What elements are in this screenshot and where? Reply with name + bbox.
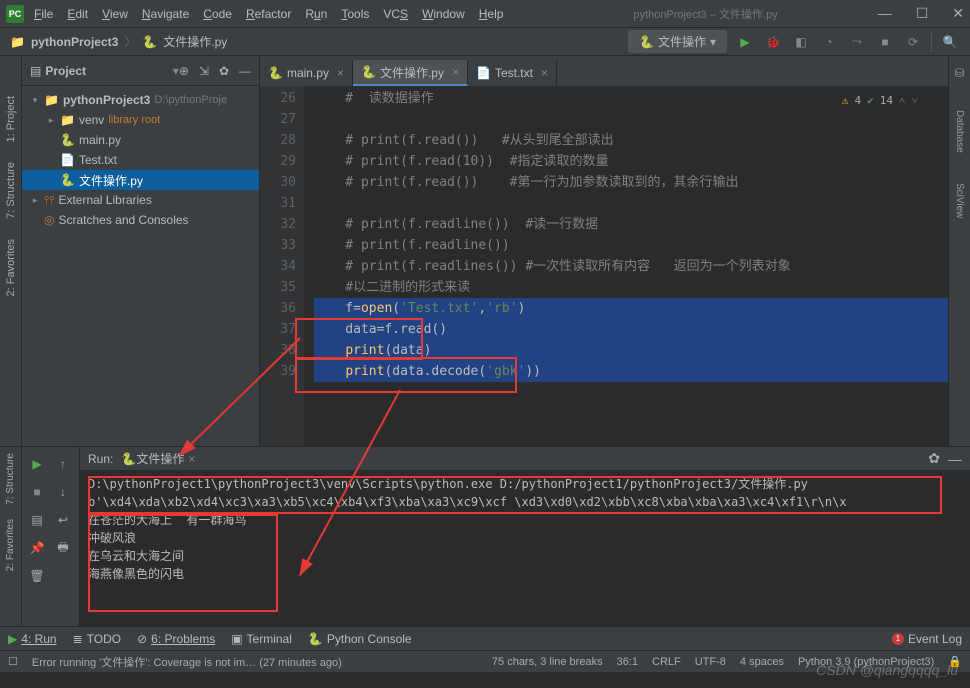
tree-testtxt[interactable]: 📄Test.txt: [22, 150, 259, 170]
status-message: Error running '文件操作': Coverage is not im…: [32, 654, 478, 670]
bottom-todo[interactable]: ≣TODO: [73, 632, 122, 646]
breadcrumb-project[interactable]: pythonProject3: [31, 35, 118, 49]
app-logo: PC: [6, 5, 24, 23]
sidebar-tab-sciview[interactable]: SciView: [954, 183, 965, 218]
tree-extlib[interactable]: ▸⫯⫯ External Libraries: [22, 190, 259, 210]
stop-button[interactable]: ■: [875, 32, 895, 52]
tree-scratches[interactable]: ◎ Scratches and Consoles: [22, 210, 259, 230]
database-strip-icon[interactable]: ⛁: [954, 66, 964, 80]
tab-mainpy[interactable]: 🐍main.py×: [260, 60, 353, 86]
status-eol[interactable]: CRLF: [652, 656, 681, 668]
menu-edit[interactable]: Edit: [67, 7, 88, 21]
layout-button[interactable]: ▤: [26, 509, 48, 531]
breadcrumb: 📁 pythonProject3 〉 🐍 文件操作.py: [10, 33, 628, 50]
update-button[interactable]: ⟳: [903, 32, 923, 52]
run-panel-title: Run:: [88, 452, 113, 466]
scroll-button[interactable]: ↑: [52, 453, 74, 475]
status-icon[interactable]: ☐: [8, 655, 18, 668]
menu-help[interactable]: Help: [479, 7, 504, 21]
bottom-run[interactable]: ▶4: Run: [8, 632, 57, 646]
coverage-button[interactable]: ◧: [791, 32, 811, 52]
status-caret: 36:1: [617, 656, 638, 668]
bottom-pyconsole[interactable]: 🐍Python Console: [308, 632, 412, 646]
status-python[interactable]: Python 3.9 (pythonProject3): [798, 656, 934, 668]
gear-icon[interactable]: ✿: [928, 450, 940, 467]
bottom-eventlog[interactable]: 1Event Log: [892, 632, 962, 646]
menu-navigate[interactable]: Navigate: [142, 7, 189, 21]
run-output[interactable]: D:\pythonProject1\pythonProject3\venv\Sc…: [80, 471, 970, 626]
rerun-button[interactable]: ▶: [26, 453, 48, 475]
profile-button[interactable]: ◔: [819, 32, 839, 52]
minimize-icon[interactable]: —: [878, 5, 892, 22]
print-button[interactable]: 🖶: [52, 537, 74, 559]
menu-code[interactable]: Code: [203, 7, 232, 21]
tree-venv[interactable]: ▸📁 venv library root: [22, 110, 259, 130]
project-panel-title: Project: [45, 64, 172, 78]
status-selection: 75 chars, 3 line breaks: [492, 656, 603, 668]
tree-mainpy[interactable]: 🐍main.py: [22, 130, 259, 150]
sidebar-tab-favorites[interactable]: 2: Favorites: [5, 239, 17, 296]
bottom-problems[interactable]: ⊘6: Problems: [137, 632, 215, 646]
hide-panel-icon[interactable]: —: [239, 64, 251, 78]
sidebar-tab-database[interactable]: Database: [954, 110, 965, 153]
tree-activefile[interactable]: 🐍文件操作.py: [22, 170, 259, 190]
sidebar-tab-structure[interactable]: 7: Structure: [5, 162, 17, 219]
menu-file[interactable]: File: [34, 7, 53, 21]
editor-gutter: 26 27 28 29 30 31 32 33 34 35 36 37 38 3…: [260, 86, 304, 446]
stop-run-button[interactable]: ■: [26, 481, 48, 503]
close-tab-icon[interactable]: ×: [452, 65, 459, 79]
menu-tools[interactable]: Tools: [341, 7, 369, 21]
expand-icon[interactable]: ⇲: [199, 64, 209, 78]
search-everywhere-icon[interactable]: 🔍: [940, 32, 960, 52]
status-indent[interactable]: 4 spaces: [740, 656, 784, 668]
clear-button[interactable]: 🗑: [26, 565, 48, 587]
settings-icon[interactable]: ✿: [219, 64, 229, 78]
tab-testtxt[interactable]: 📄Test.txt×: [468, 60, 557, 86]
sidebar-tab-favorites2[interactable]: 2: Favorites: [5, 519, 16, 571]
maximize-icon[interactable]: ☐: [916, 5, 929, 22]
menu-window[interactable]: Window: [422, 7, 465, 21]
breadcrumb-file[interactable]: 文件操作.py: [163, 33, 227, 50]
menu-refactor[interactable]: Refactor: [246, 7, 291, 21]
hide-run-icon[interactable]: —: [948, 451, 962, 467]
bottom-terminal[interactable]: ▣Terminal: [231, 632, 292, 646]
close-tab-icon[interactable]: ×: [337, 66, 344, 80]
menu-run[interactable]: Run: [305, 7, 327, 21]
window-title: pythonProject3 – 文件操作.py: [633, 6, 777, 22]
status-lock-icon[interactable]: 🔒: [948, 655, 962, 668]
close-icon[interactable]: ✕: [952, 5, 964, 22]
menu-vcs[interactable]: VCS: [383, 7, 408, 21]
sidebar-tab-structure2[interactable]: 7: Structure: [5, 453, 16, 505]
editor-content[interactable]: # 读数据操作 # print(f.read()) #从头到尾全部读出 # pr…: [304, 86, 948, 446]
attach-button[interactable]: ⤳: [847, 32, 867, 52]
menu-view[interactable]: View: [102, 7, 128, 21]
wrap-button[interactable]: ↩: [52, 509, 74, 531]
close-tab-icon[interactable]: ×: [541, 66, 548, 80]
run-button[interactable]: ▶: [735, 32, 755, 52]
tree-root[interactable]: ▾📁 pythonProject3 D:\pythonProje: [22, 90, 259, 110]
pin-button[interactable]: 📌: [26, 537, 48, 559]
tab-fileop[interactable]: 🐍文件操作.py×: [353, 60, 468, 86]
run-config-selector[interactable]: 🐍 文件操作 ▾: [628, 30, 727, 53]
run-tab[interactable]: 文件操作: [136, 450, 184, 467]
inspection-widget[interactable]: ⚠4 ✔14 ˄ ˅: [842, 90, 918, 111]
debug-button[interactable]: 🐞: [763, 32, 783, 52]
down-button[interactable]: ↓: [52, 481, 74, 503]
sidebar-tab-project[interactable]: 1: Project: [5, 96, 17, 142]
status-encoding[interactable]: UTF-8: [695, 656, 726, 668]
locate-icon[interactable]: ⊕: [179, 64, 189, 78]
